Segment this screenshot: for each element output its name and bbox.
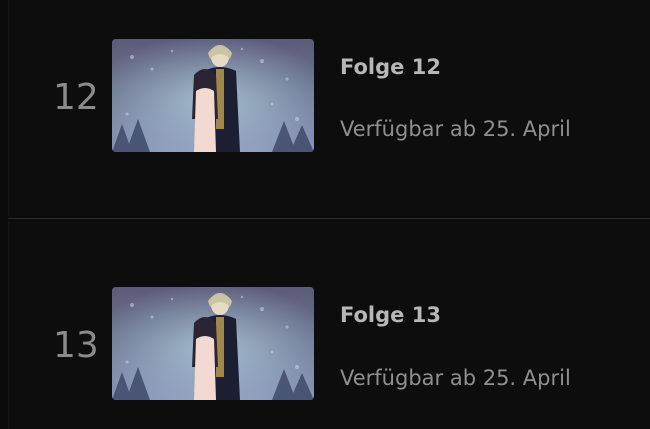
episode-row[interactable]: 12 Folge 12 Verfügbar ab 25. April — [8, 0, 650, 216]
episode-availability: Verfügbar ab 25. April — [340, 117, 571, 141]
episode-number: 13 — [53, 325, 99, 366]
episode-row[interactable]: 13 Folge 13 Verfügbar ab 25. April — [8, 222, 650, 429]
row-divider — [8, 218, 650, 219]
episode-thumbnail-image — [112, 39, 314, 152]
episode-availability: Verfügbar ab 25. April — [340, 366, 571, 390]
episode-thumbnail-image — [112, 287, 314, 400]
episode-list: 12 Folge 12 Verfügbar ab 25. April 13 Fo… — [0, 0, 650, 429]
episode-thumbnail[interactable] — [112, 287, 314, 400]
episode-title: Folge 12 — [340, 55, 441, 79]
episode-number: 12 — [53, 77, 99, 118]
episode-thumbnail[interactable] — [112, 39, 314, 152]
episode-title: Folge 13 — [340, 303, 441, 327]
